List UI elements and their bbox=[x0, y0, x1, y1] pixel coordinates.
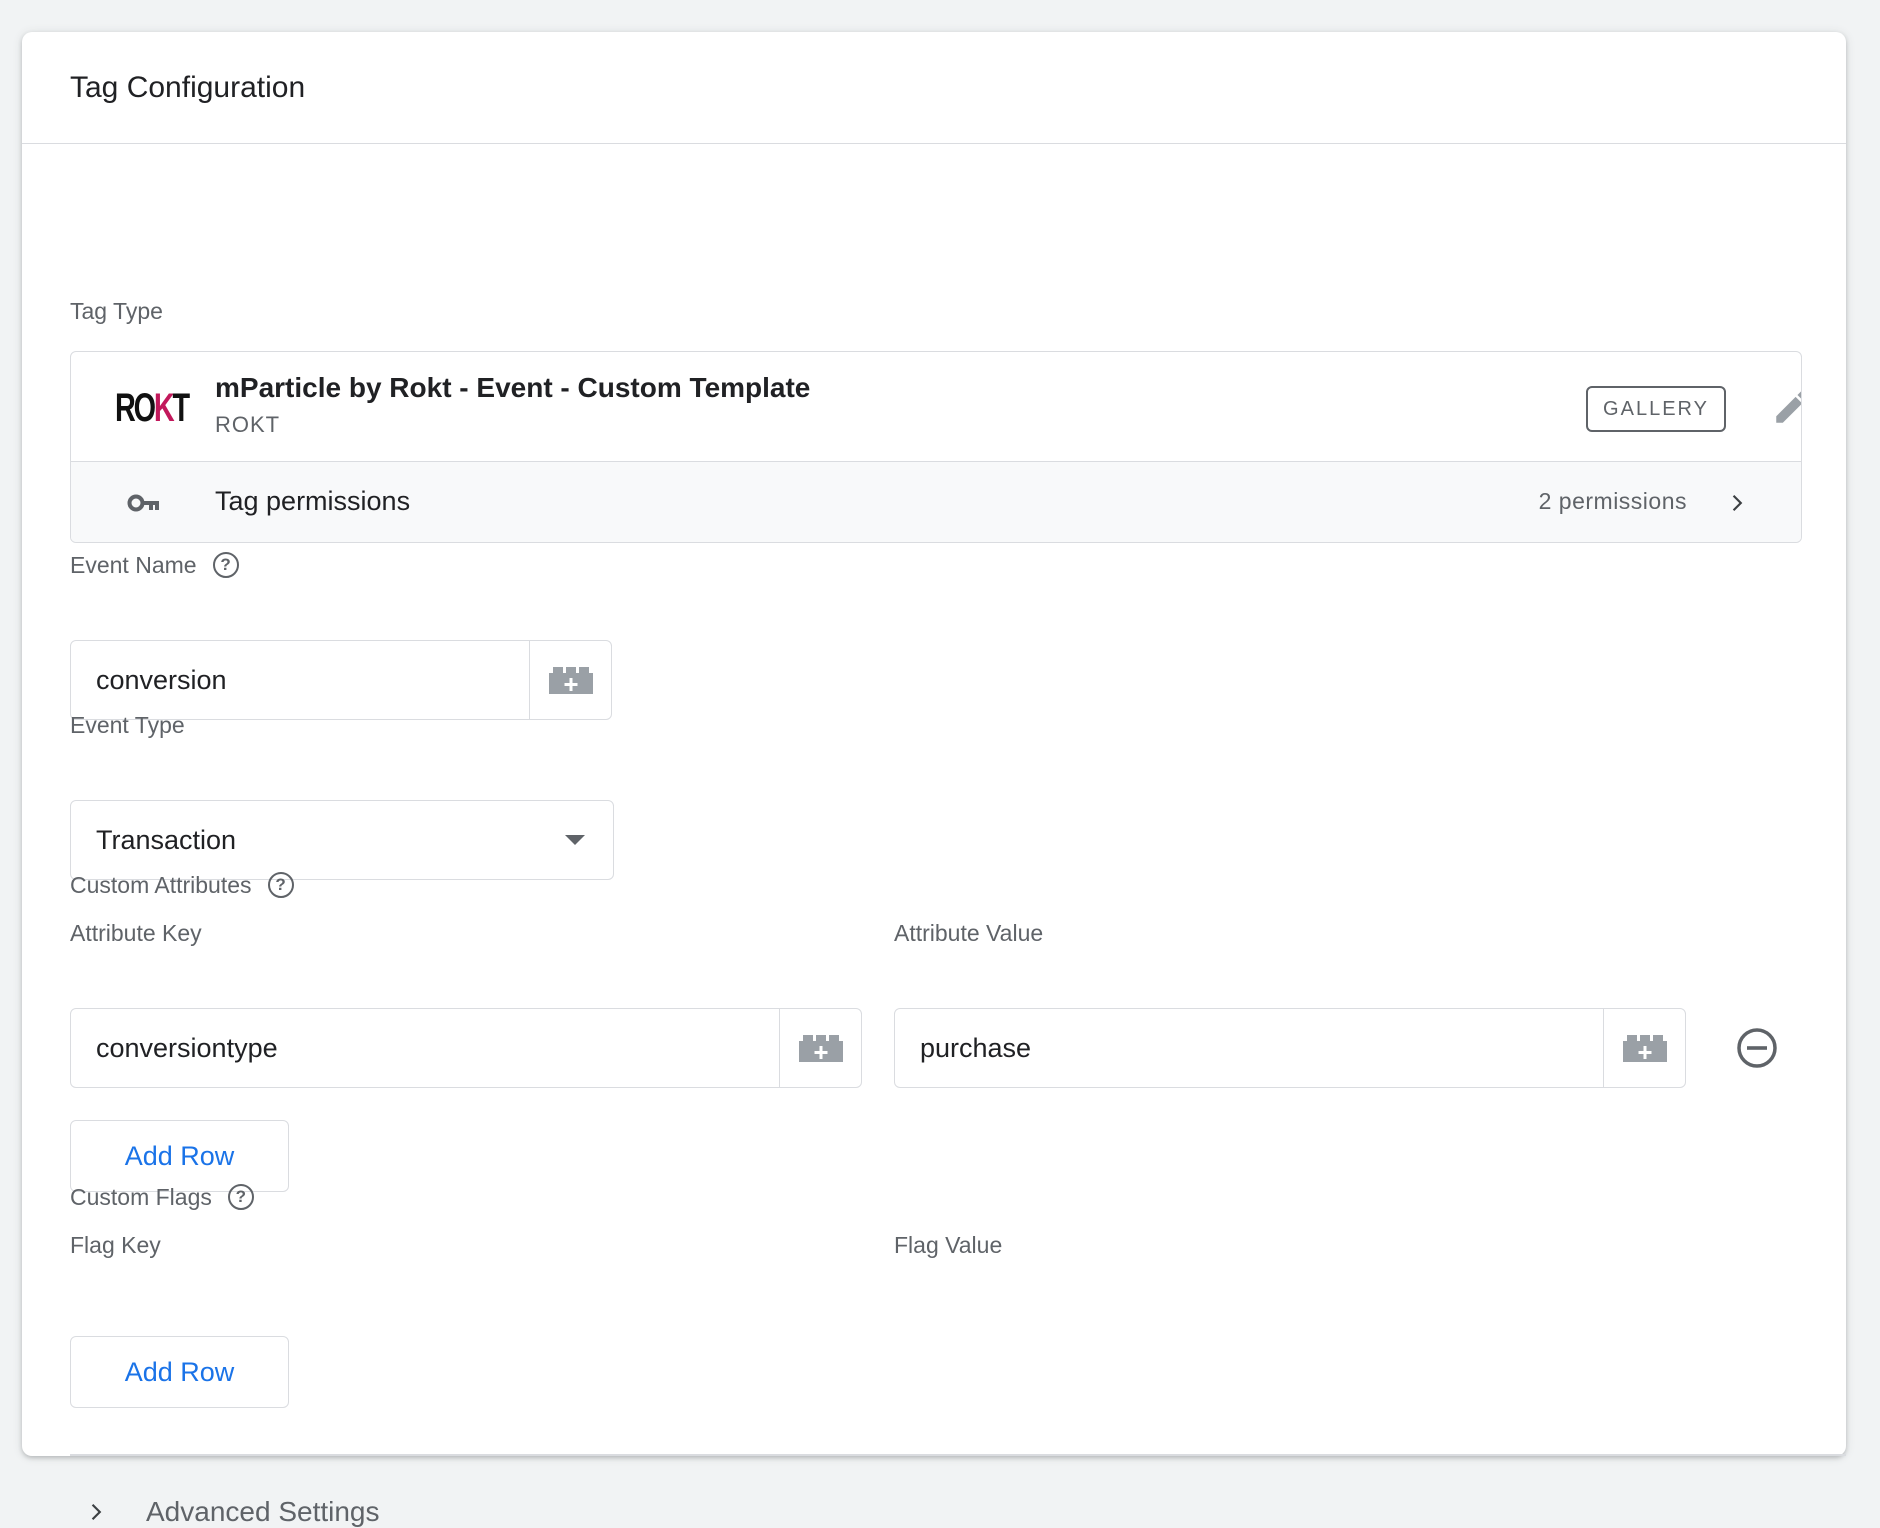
help-icon[interactable]: ? bbox=[212, 551, 239, 578]
tag-type-name: mParticle by Rokt - Event - Custom Templ… bbox=[215, 372, 811, 403]
help-icon[interactable]: ? bbox=[227, 1183, 254, 1210]
attribute-value-input[interactable]: purchase bbox=[895, 1033, 1603, 1064]
tag-configuration-card: Tag Configuration Tag Type ROKT mParticl… bbox=[22, 32, 1846, 1527]
custom-flags-label-row: Custom Flags? bbox=[70, 1183, 254, 1212]
variable-block-icon bbox=[798, 1035, 843, 1062]
permissions-count: 2 permissions bbox=[1538, 488, 1687, 514]
tag-permissions-label: Tag permissions bbox=[215, 486, 411, 516]
attribute-key-header: Attribute Key bbox=[70, 920, 202, 946]
key-icon bbox=[127, 494, 159, 512]
variable-block-icon bbox=[548, 667, 593, 694]
rokt-logo: ROKT bbox=[115, 386, 190, 430]
variable-block-icon bbox=[1622, 1035, 1667, 1062]
attribute-key-field[interactable]: conversiontype bbox=[70, 1008, 862, 1088]
pencil-icon[interactable] bbox=[1771, 386, 1802, 428]
card-title: Tag Configuration bbox=[70, 70, 306, 104]
card-header: Tag Configuration bbox=[22, 32, 1846, 144]
help-icon[interactable]: ? bbox=[267, 871, 294, 898]
attribute-value-header: Attribute Value bbox=[894, 920, 1044, 946]
event-name-input[interactable]: conversion bbox=[71, 665, 529, 696]
divider bbox=[70, 1454, 1846, 1456]
flag-key-header: Flag Key bbox=[70, 1232, 161, 1258]
event-name-label-row: Event Name? bbox=[70, 551, 239, 580]
variable-picker-button[interactable] bbox=[529, 641, 611, 719]
attribute-key-input[interactable]: conversiontype bbox=[71, 1033, 779, 1064]
chevron-right-icon bbox=[91, 1503, 102, 1521]
custom-flags-label: Custom Flags bbox=[70, 1184, 212, 1210]
add-flag-row-button[interactable]: Add Row bbox=[70, 1336, 289, 1408]
chevron-right-icon bbox=[1732, 494, 1743, 512]
variable-picker-button[interactable] bbox=[1603, 1009, 1685, 1087]
event-type-select[interactable]: Transaction bbox=[70, 800, 614, 880]
event-name-field[interactable]: conversion bbox=[70, 640, 612, 720]
advanced-settings-label: Advanced Settings bbox=[146, 1496, 380, 1527]
variable-picker-button[interactable] bbox=[779, 1009, 861, 1087]
tag-type-vendor: ROKT bbox=[215, 412, 281, 437]
gallery-button[interactable]: GALLERY bbox=[1586, 386, 1726, 432]
attribute-value-field[interactable]: purchase bbox=[894, 1008, 1686, 1088]
add-attribute-row-button[interactable]: Add Row bbox=[70, 1120, 289, 1192]
tag-type-label: Tag Type bbox=[70, 298, 163, 324]
remove-row-icon[interactable] bbox=[1736, 1027, 1778, 1069]
tag-type-box: ROKT mParticle by Rokt - Event - Custom … bbox=[70, 351, 1802, 543]
event-name-label: Event Name bbox=[70, 552, 197, 578]
event-type-value: Transaction bbox=[96, 824, 237, 855]
custom-attributes-label-row: Custom Attributes? bbox=[70, 871, 294, 900]
event-type-label: Event Type bbox=[70, 712, 185, 738]
flag-value-header: Flag Value bbox=[894, 1232, 1003, 1258]
custom-attributes-label: Custom Attributes bbox=[70, 872, 252, 898]
dropdown-arrow-icon bbox=[565, 835, 585, 845]
tag-type-summary[interactable]: ROKT mParticle by Rokt - Event - Custom … bbox=[71, 352, 1801, 462]
advanced-settings-toggle[interactable]: Advanced Settings bbox=[84, 1496, 380, 1528]
tag-permissions-row[interactable]: Tag permissions 2 permissions bbox=[71, 462, 1801, 542]
